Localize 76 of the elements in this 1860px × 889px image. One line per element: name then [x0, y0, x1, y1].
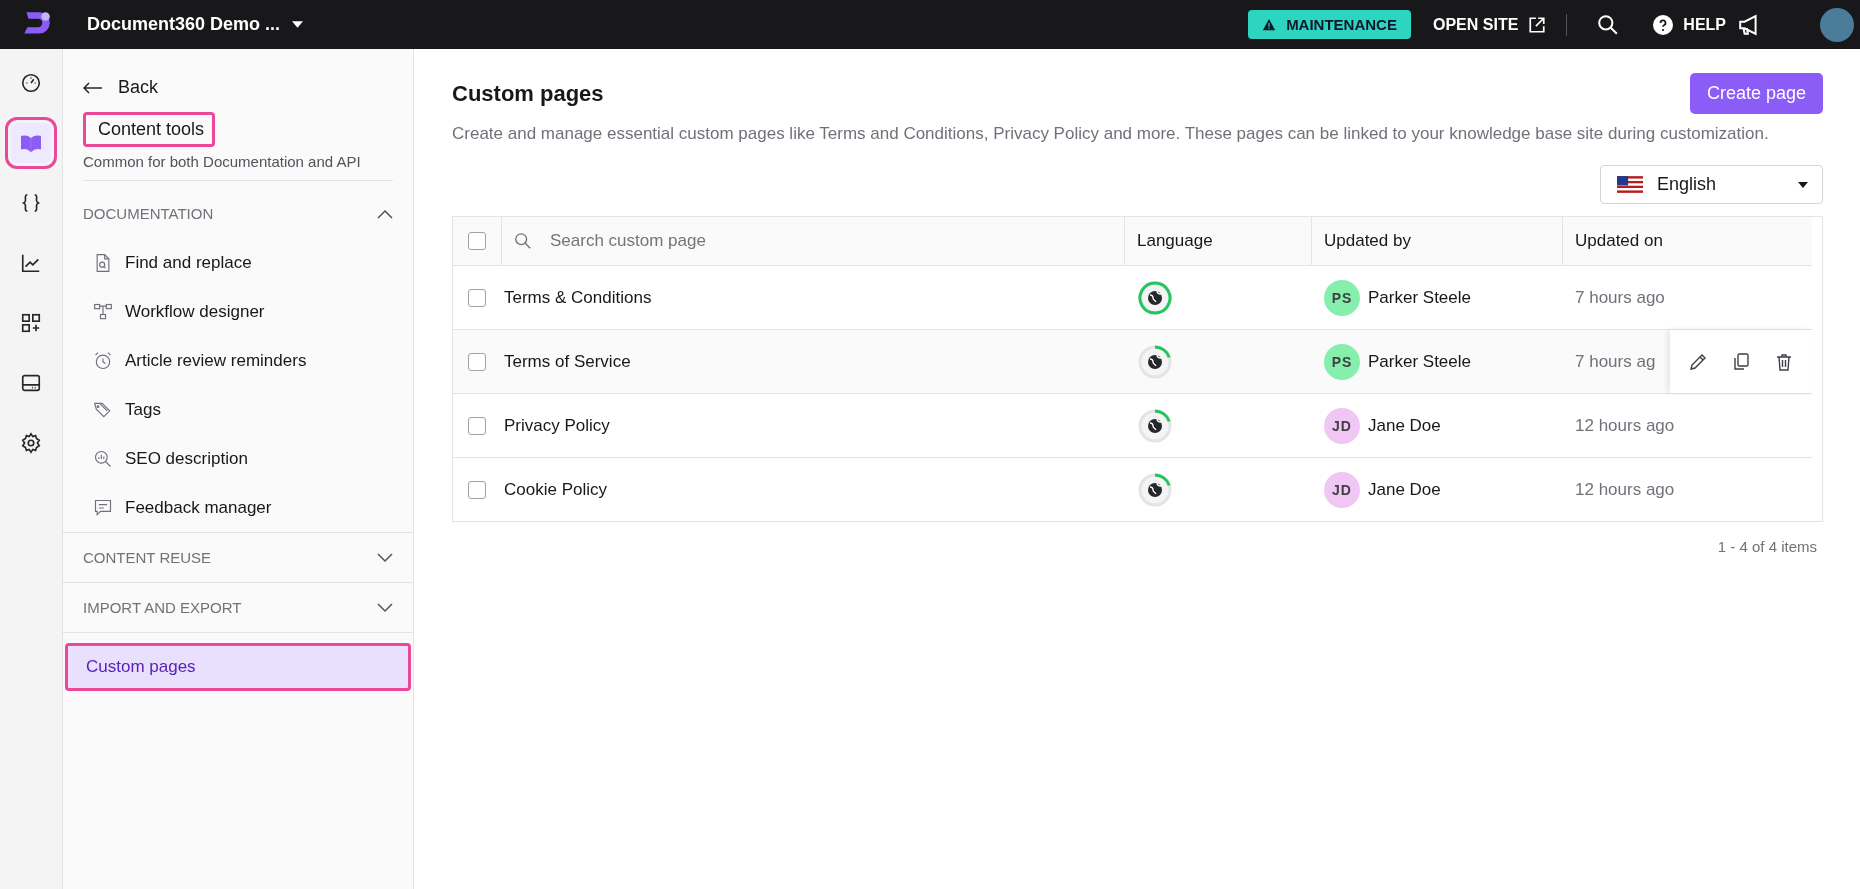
search-icon: [514, 232, 532, 250]
search-icon[interactable]: [1597, 13, 1620, 36]
chevron-icon[interactable]: [377, 208, 393, 219]
page-title: Custom pages: [452, 80, 604, 107]
help-button[interactable]: HELP: [1653, 14, 1726, 35]
updated-time: 7 hours ago: [1575, 287, 1665, 308]
sidebar-item[interactable]: Custom pages: [65, 643, 411, 691]
arrow-left-icon: [83, 81, 103, 94]
section-header[interactable]: CONTENT REUSE: [83, 549, 212, 566]
user-initials-avatar: JD: [1324, 471, 1360, 508]
select-all-checkbox[interactable]: [468, 232, 486, 250]
user-initials-avatar: JD: [1324, 407, 1360, 444]
updated-time: 7 hours ag: [1575, 351, 1656, 372]
apps-icon: [20, 312, 42, 334]
user-name: Jane Doe: [1368, 415, 1441, 436]
flag-icon: [1617, 176, 1643, 193]
back-link[interactable]: Back: [83, 77, 159, 98]
page-description: Create and manage essential custom pages like Terms and Conditions, Privacy Policy and more. These pages can be linked to your knowledge base site during customization.: [452, 123, 1770, 145]
magnifier-chart-icon: [93, 448, 113, 469]
alarm-clock-icon: [93, 350, 113, 371]
page-name[interactable]: Terms of Service: [504, 351, 631, 372]
user-initials-avatar: PS: [1324, 279, 1360, 316]
open-site-link[interactable]: OPEN SITE: [1432, 15, 1547, 34]
table-row[interactable]: Cookie Policy JD Jane Doe 12 hours ago: [453, 458, 1812, 521]
external-link-icon: [1528, 15, 1547, 34]
row-checkbox[interactable]: [468, 288, 486, 307]
user-name: Parker Steele: [1368, 287, 1471, 308]
section-header[interactable]: DOCUMENTATION: [83, 205, 214, 222]
updated-time: 12 hours ago: [1575, 415, 1675, 436]
language-dropdown[interactable]: English: [1600, 165, 1823, 204]
row-checkbox[interactable]: [468, 352, 486, 371]
sidebar-item[interactable]: Feedback manager: [93, 483, 272, 532]
book-icon: [20, 132, 42, 154]
sidebar-title: Content tools: [83, 112, 216, 147]
chart-icon: [20, 252, 42, 274]
settings-icon: [20, 432, 42, 454]
caret-down-icon: [1798, 181, 1808, 188]
column-header: Language: [1137, 231, 1213, 251]
braces-icon: [20, 192, 42, 214]
user-avatar[interactable]: [1820, 7, 1854, 42]
sidebar-item[interactable]: Article review reminders: [93, 336, 307, 385]
user-initials-avatar: PS: [1324, 343, 1360, 380]
page-name[interactable]: Cookie Policy: [504, 479, 607, 500]
user-name: Jane Doe: [1368, 479, 1441, 500]
section-header[interactable]: IMPORT AND EXPORT: [83, 599, 242, 616]
chevron-icon[interactable]: [377, 602, 393, 613]
drive-icon: [20, 372, 42, 394]
gauge-icon: [20, 72, 42, 94]
sidebar-item[interactable]: Find and replace: [93, 238, 252, 287]
updated-time: 12 hours ago: [1575, 479, 1675, 500]
message-icon: [93, 497, 113, 518]
row-checkbox[interactable]: [468, 416, 486, 435]
page-name[interactable]: Privacy Policy: [504, 415, 610, 436]
table-row[interactable]: Terms of Service PS Parker Steele 7 hours ag: [453, 330, 1812, 394]
warning-icon: [1262, 17, 1277, 32]
help-icon: [1653, 14, 1674, 35]
sidebar-item[interactable]: Workflow designer: [93, 287, 265, 336]
sidebar-item[interactable]: Tags: [93, 385, 161, 434]
column-header: Updated on: [1575, 231, 1663, 251]
maintenance-button[interactable]: MAINTENANCE: [1248, 10, 1411, 39]
row-checkbox[interactable]: [468, 480, 486, 499]
pagination-summary: 1 - 4 of 4 items: [1716, 538, 1817, 555]
project-selector[interactable]: Document360 Demo ...: [87, 14, 304, 35]
column-header: Updated by: [1324, 231, 1411, 251]
table-row[interactable]: Privacy Policy JD Jane Doe 12 hours ago: [453, 394, 1812, 458]
copy-icon[interactable]: [1731, 351, 1751, 372]
sidebar-item[interactable]: SEO description: [93, 434, 248, 483]
page-name[interactable]: Terms & Conditions: [504, 287, 652, 308]
workflow-icon: [93, 301, 113, 322]
create-page-button[interactable]: Create page: [1689, 73, 1823, 114]
search-field[interactable]: Search custom page: [548, 230, 1124, 252]
caret-down-icon: [292, 21, 304, 28]
sidebar-subtitle: Common for both Documentation and API: [83, 153, 393, 181]
user-name: Parker Steele: [1368, 351, 1471, 372]
megaphone-icon[interactable]: [1738, 13, 1760, 36]
chevron-icon[interactable]: [377, 552, 393, 563]
